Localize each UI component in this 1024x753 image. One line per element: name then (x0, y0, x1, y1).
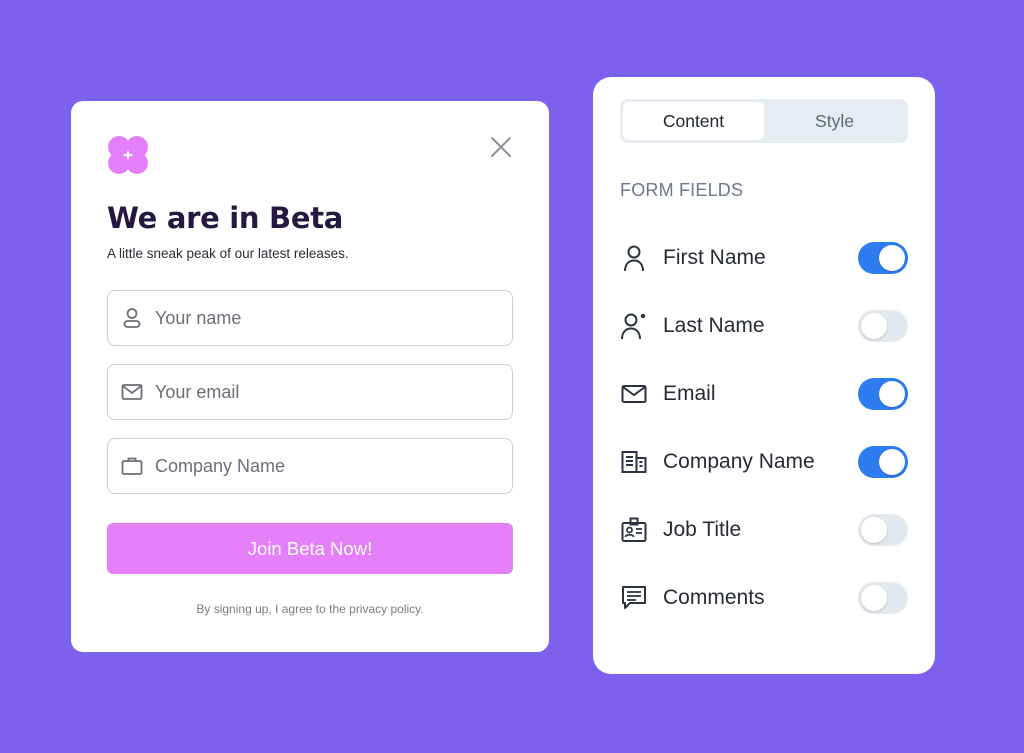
toggle-knob (879, 381, 905, 407)
toggle-knob (861, 517, 887, 543)
field-row-email: Email (620, 376, 908, 412)
name-field[interactable] (107, 290, 513, 346)
field-label: Comments (663, 586, 765, 609)
toggle-knob (861, 585, 887, 611)
company-field[interactable] (107, 438, 513, 494)
company-name-toggle[interactable] (858, 446, 908, 478)
field-row-last-name: Last Name (620, 308, 908, 344)
company-input[interactable] (155, 455, 485, 477)
privacy-text: By signing up, I agree to the privacy po… (196, 602, 424, 616)
field-label: Job Title (663, 518, 742, 541)
briefcase-icon (121, 455, 143, 477)
field-row-job-title: Job Title (620, 512, 908, 548)
id-badge-icon (620, 516, 648, 544)
toggle-knob (879, 449, 905, 475)
tab-bar: Content Style (620, 99, 908, 143)
form-fields-panel: Content Style FORM FIELDS First Name Las… (593, 77, 935, 674)
comments-toggle[interactable] (858, 582, 908, 614)
field-row-comments: Comments (620, 580, 908, 616)
field-label: First Name (663, 246, 766, 269)
field-label: Last Name (663, 314, 765, 337)
tab-style[interactable]: Style (764, 102, 905, 140)
toggle-knob (861, 313, 887, 339)
field-label: Company Name (663, 450, 815, 473)
beta-signup-modal: We are in Beta A little sneak peak of ou… (71, 101, 549, 652)
user-icon (620, 244, 648, 272)
email-toggle[interactable] (858, 378, 908, 410)
job-title-toggle[interactable] (858, 514, 908, 546)
background: We are in Beta A little sneak peak of ou… (0, 0, 1024, 753)
user-icon (121, 307, 143, 329)
modal-subtitle: A little sneak peak of our latest releas… (107, 246, 349, 261)
mail-icon (121, 381, 143, 403)
email-field[interactable] (107, 364, 513, 420)
tab-content[interactable]: Content (623, 102, 764, 140)
first-name-toggle[interactable] (858, 242, 908, 274)
join-beta-button[interactable]: Join Beta Now! (107, 523, 513, 574)
email-input[interactable] (155, 381, 485, 403)
modal-title: We are in Beta (107, 201, 344, 235)
section-label: FORM FIELDS (620, 180, 744, 200)
mail-icon (620, 380, 648, 408)
flower-sparkle-logo (108, 136, 148, 174)
name-input[interactable] (155, 307, 485, 329)
building-icon (620, 448, 648, 476)
toggle-knob (879, 245, 905, 271)
field-label: Email (663, 382, 716, 405)
field-row-first-name: First Name (620, 240, 908, 276)
field-row-company-name: Company Name (620, 444, 908, 480)
user-plus-icon (620, 312, 648, 340)
close-icon[interactable] (489, 135, 513, 159)
comment-icon (620, 584, 648, 612)
last-name-toggle[interactable] (858, 310, 908, 342)
